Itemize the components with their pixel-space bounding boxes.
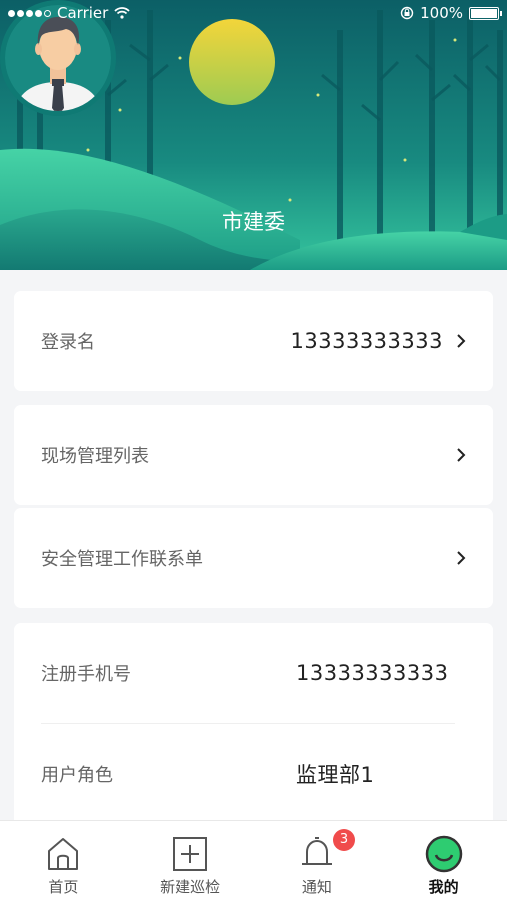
tab-notifications[interactable]: 通知 (254, 821, 381, 900)
safety-sheet-label: 安全管理工作联系单 (41, 549, 203, 570)
account-info-card: 注册手机号 13333333333 用户角色 监理部1 (14, 623, 493, 853)
profile-header: 市建委 (0, 0, 507, 270)
orientation-lock-icon (400, 6, 414, 20)
login-card: 登录名 13333333333 (14, 291, 493, 391)
chevron-right-icon (457, 551, 466, 565)
user-name: 市建委 (222, 210, 285, 234)
tab-home-label: 首页 (48, 878, 79, 896)
tab-notifications-label: 通知 (301, 878, 332, 896)
status-bar: Carrier 100% (0, 0, 507, 26)
plus-square-icon (173, 837, 208, 871)
role-label: 用户角色 (41, 765, 113, 786)
bottom-tab-bar: 首页 新建巡检 通知 我的 (0, 820, 507, 900)
battery-icon (469, 6, 502, 20)
login-name-value: 13333333333 (290, 329, 443, 353)
tab-mine[interactable]: 我的 (380, 821, 507, 900)
notification-badge: 3 (333, 829, 355, 851)
chevron-right-icon (457, 448, 466, 462)
safety-sheet-row[interactable]: 安全管理工作联系单 (14, 508, 493, 608)
wifi-icon (114, 7, 130, 19)
tab-home[interactable]: 首页 (0, 821, 127, 900)
tab-mine-label: 我的 (428, 878, 459, 896)
home-icon (48, 838, 79, 870)
login-name-row[interactable]: 登录名 13333333333 (14, 291, 493, 391)
login-name-label: 登录名 (41, 332, 95, 353)
bell-icon (301, 837, 332, 865)
site-list-card: 现场管理列表 (14, 405, 493, 505)
tab-new-inspection[interactable]: 新建巡检 (127, 821, 254, 900)
signal-icon (8, 9, 51, 17)
phone-value: 13333333333 (296, 661, 449, 685)
safety-sheet-card: 安全管理工作联系单 (14, 508, 493, 608)
battery-percent: 100% (420, 4, 463, 22)
tab-new-inspection-label: 新建巡检 (160, 878, 221, 896)
role-value: 监理部1 (296, 763, 375, 787)
phone-row: 注册手机号 13333333333 (14, 623, 493, 723)
site-list-row[interactable]: 现场管理列表 (14, 405, 493, 505)
smile-icon (425, 835, 462, 873)
chevron-right-icon (457, 334, 466, 348)
role-row: 用户角色 监理部1 (14, 724, 493, 824)
site-list-label: 现场管理列表 (41, 446, 149, 467)
carrier-label: Carrier (57, 4, 109, 22)
